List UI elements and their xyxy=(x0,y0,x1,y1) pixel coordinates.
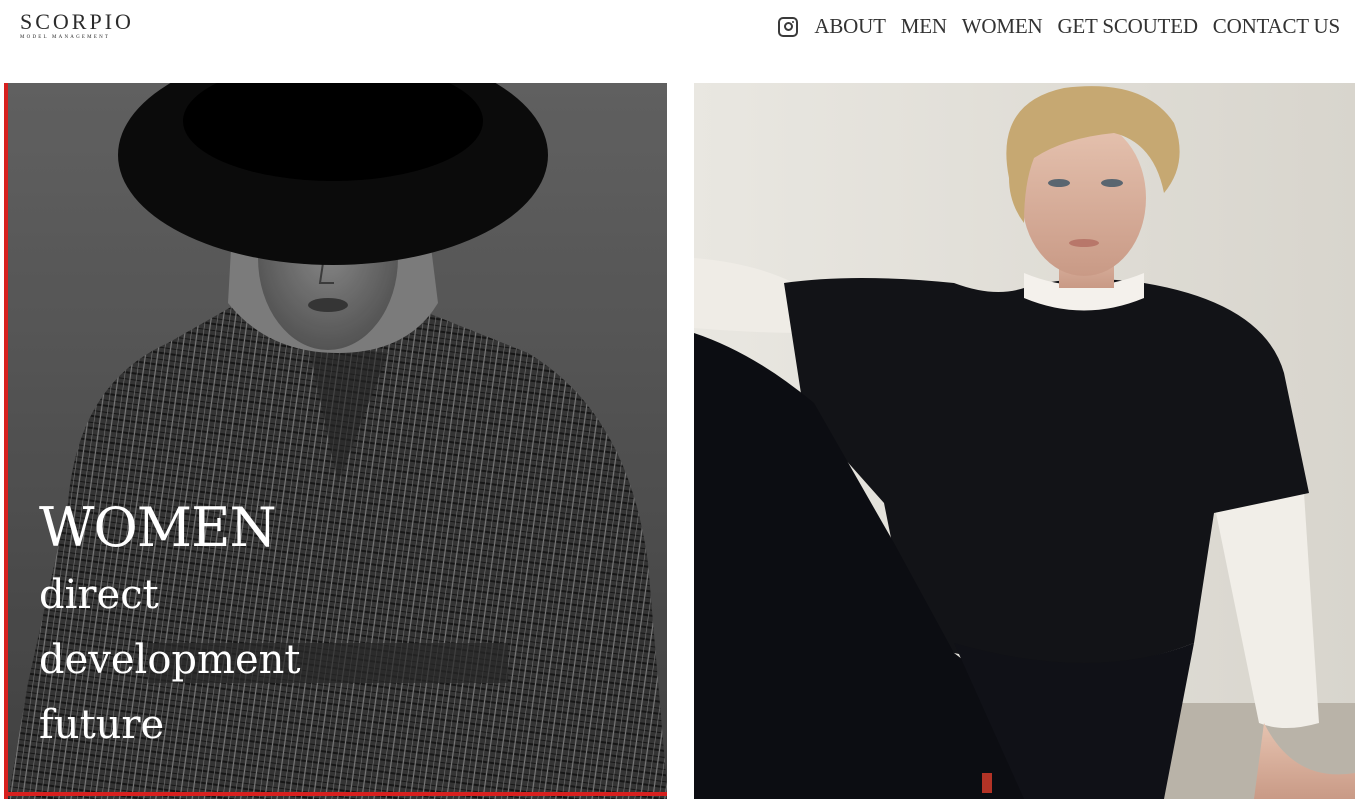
instagram-icon[interactable] xyxy=(778,16,799,37)
nav-men[interactable]: MEN xyxy=(901,14,947,39)
men-photo xyxy=(694,83,1355,799)
women-accent-bar xyxy=(8,792,667,796)
women-heading: WOMEN xyxy=(39,496,277,559)
page: SCORPIO MODEL MANAGEMENT ABOUT MEN WOMEN… xyxy=(0,0,1355,799)
women-tile[interactable]: WOMEN direct development future xyxy=(4,83,667,799)
women-line-direct: direct xyxy=(39,572,159,618)
nav-about[interactable]: ABOUT xyxy=(814,14,886,39)
women-line-development: development xyxy=(39,637,301,683)
instagram-dot-shape xyxy=(791,20,795,23)
brand-logo[interactable]: SCORPIO MODEL MANAGEMENT xyxy=(20,10,134,41)
brand-tagline: MODEL MANAGEMENT xyxy=(20,35,111,40)
women-line-future: future xyxy=(39,702,165,748)
nav-women[interactable]: WOMEN xyxy=(962,14,1043,39)
men-tile[interactable] xyxy=(694,83,1355,799)
brand-name: SCORPIO xyxy=(20,9,134,34)
main-nav: ABOUT MEN WOMEN GET SCOUTED CONTACT US xyxy=(778,14,1340,39)
nav-contact-us[interactable]: CONTACT US xyxy=(1213,14,1340,39)
nav-get-scouted[interactable]: GET SCOUTED xyxy=(1057,14,1198,39)
instagram-lens-shape xyxy=(783,22,793,31)
women-caption: WOMEN direct development future xyxy=(39,493,300,758)
